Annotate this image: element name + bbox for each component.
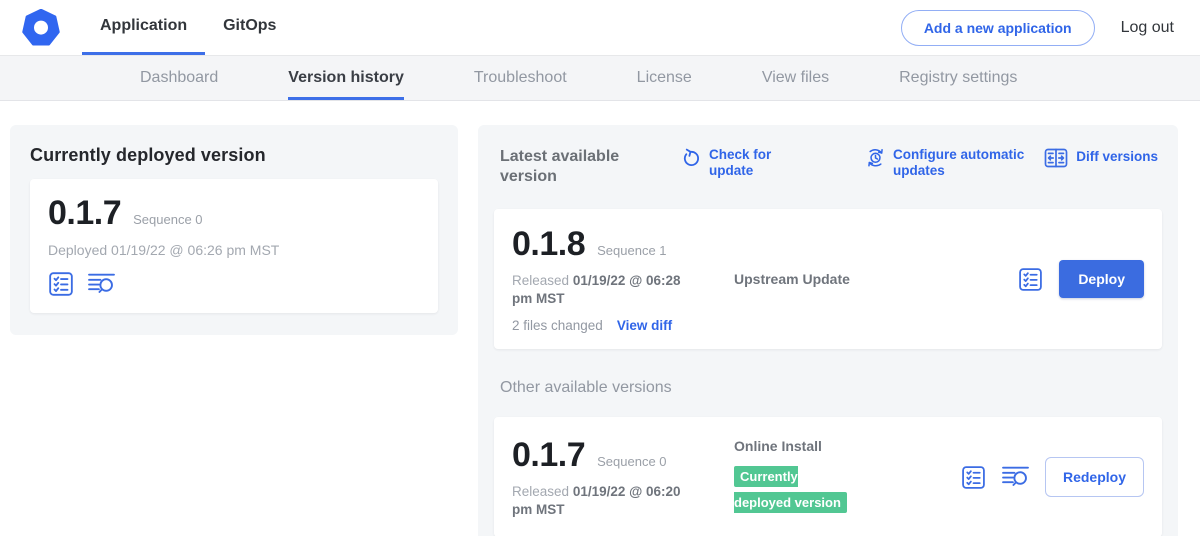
- clock-sync-icon: [866, 148, 885, 167]
- subnav-item-troubleshoot[interactable]: Troubleshoot: [474, 56, 567, 100]
- view-deploy-logs-icon[interactable]: [88, 272, 115, 296]
- app-logo[interactable]: [0, 0, 60, 55]
- check-for-update-label: Check for update: [709, 147, 800, 179]
- redeploy-button[interactable]: Redeploy: [1045, 457, 1144, 497]
- app-subnav: Dashboard Version history Troubleshoot L…: [0, 55, 1200, 101]
- add-application-button[interactable]: Add a new application: [901, 10, 1095, 46]
- subnav-view-files-label: View files: [762, 69, 829, 87]
- subnav-item-view-files[interactable]: View files: [762, 56, 829, 100]
- subnav-item-dashboard[interactable]: Dashboard: [140, 56, 218, 100]
- tab-application-label: Application: [100, 17, 187, 35]
- latest-available-title: Latest available version: [500, 147, 650, 187]
- refresh-icon: [682, 148, 701, 167]
- latest-version-source: Upstream Update: [734, 271, 1018, 287]
- subnav-version-history-label: Version history: [288, 69, 404, 87]
- subnav-item-registry-settings[interactable]: Registry settings: [899, 56, 1017, 100]
- deployed-sequence-label: Sequence 0: [133, 212, 202, 227]
- configure-automatic-updates-button[interactable]: Configure automatic updates: [866, 147, 1038, 179]
- other-version-source: Online Install: [734, 438, 961, 454]
- diff-table-icon: [1044, 148, 1068, 168]
- preflight-checks-icon[interactable]: [48, 271, 74, 297]
- check-for-update-button[interactable]: Check for update: [682, 147, 800, 179]
- other-sequence-label: Sequence 0: [597, 454, 666, 469]
- subnav-dashboard-label: Dashboard: [140, 69, 218, 87]
- other-released-timestamp: Released 01/19/22 @ 06:20 pm MST: [512, 483, 704, 519]
- latest-released-timestamp: Released 01/19/22 @ 06:28 pm MST: [512, 272, 704, 308]
- currently-deployed-title: Currently deployed version: [30, 145, 438, 166]
- main-content: Currently deployed version 0.1.7 Sequenc…: [0, 101, 1200, 536]
- app-heptagon-logo-icon: [22, 9, 60, 47]
- logout-link[interactable]: Log out: [1121, 19, 1174, 37]
- currently-deployed-badge: Currently deployed version: [734, 466, 847, 513]
- latest-version-number: 0.1.8: [512, 225, 585, 264]
- deployed-version-number: 0.1.7: [48, 194, 121, 233]
- diff-versions-button[interactable]: Diff versions: [1044, 147, 1158, 168]
- subnav-troubleshoot-label: Troubleshoot: [474, 69, 567, 87]
- released-prefix: Released: [512, 484, 569, 499]
- available-versions-header: Latest available version Check for updat…: [494, 145, 1162, 187]
- subnav-license-label: License: [637, 69, 692, 87]
- available-versions-panel: Latest available version Check for updat…: [478, 125, 1178, 536]
- tab-gitops[interactable]: GitOps: [205, 0, 294, 55]
- released-prefix: Released: [512, 273, 569, 288]
- view-diff-link[interactable]: View diff: [617, 318, 672, 333]
- header-right: Add a new application Log out: [901, 0, 1200, 55]
- other-version-number: 0.1.7: [512, 436, 585, 475]
- tab-gitops-label: GitOps: [223, 17, 276, 35]
- deployed-version-card: 0.1.7 Sequence 0 Deployed 01/19/22 @ 06:…: [30, 179, 438, 313]
- other-version-card: 0.1.7 Sequence 0 Released 01/19/22 @ 06:…: [494, 417, 1162, 536]
- deploy-button[interactable]: Deploy: [1059, 260, 1144, 298]
- subnav-item-version-history[interactable]: Version history: [288, 56, 404, 100]
- deployed-timestamp: Deployed 01/19/22 @ 06:26 pm MST: [48, 242, 420, 258]
- latest-sequence-label: Sequence 1: [597, 243, 666, 258]
- preflight-checks-icon[interactable]: [961, 465, 986, 490]
- other-available-versions-title: Other available versions: [500, 379, 1162, 397]
- latest-version-card: 0.1.8 Sequence 1 Released 01/19/22 @ 06:…: [494, 209, 1162, 349]
- subnav-item-license[interactable]: License: [637, 56, 692, 100]
- subnav-registry-settings-label: Registry settings: [899, 69, 1017, 87]
- currently-deployed-panel: Currently deployed version 0.1.7 Sequenc…: [10, 125, 458, 335]
- top-header: Application GitOps Add a new application…: [0, 0, 1200, 55]
- view-deploy-logs-icon[interactable]: [1002, 465, 1029, 489]
- tab-application[interactable]: Application: [82, 0, 205, 55]
- header-tabs: Application GitOps: [82, 0, 294, 55]
- preflight-checks-icon[interactable]: [1018, 267, 1043, 292]
- files-changed-label: 2 files changed: [512, 318, 603, 333]
- diff-versions-label: Diff versions: [1076, 149, 1158, 165]
- configure-automatic-updates-label: Configure automatic updates: [893, 147, 1038, 179]
